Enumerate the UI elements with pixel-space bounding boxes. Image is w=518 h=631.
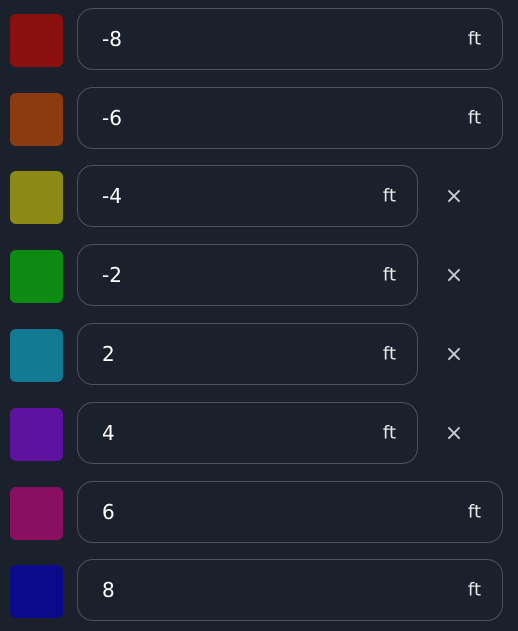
level-input-box[interactable]: ft: [77, 244, 418, 306]
unit-label: ft: [467, 28, 481, 50]
level-value-input[interactable]: [102, 27, 302, 51]
color-swatch[interactable]: [10, 329, 63, 382]
unit-label: ft: [467, 579, 481, 601]
unit-label: ft: [467, 501, 481, 523]
level-row: ft: [0, 559, 518, 623]
color-swatch[interactable]: [10, 487, 63, 540]
level-row: ft: [0, 87, 518, 151]
contour-level-list: ft ft ft × ft × ft ×: [0, 0, 518, 631]
remove-level-close-icon[interactable]: ×: [441, 421, 467, 447]
level-input-box[interactable]: ft: [77, 8, 503, 70]
level-row: ft: [0, 8, 518, 72]
color-swatch[interactable]: [10, 14, 63, 67]
color-swatch[interactable]: [10, 565, 63, 618]
level-input-box[interactable]: ft: [77, 87, 503, 149]
remove-level-close-icon[interactable]: ×: [441, 184, 467, 210]
level-value-input[interactable]: [102, 421, 302, 445]
level-row: ft ×: [0, 165, 518, 229]
level-input-box[interactable]: ft: [77, 323, 418, 385]
level-value-input[interactable]: [102, 500, 302, 524]
remove-level-close-icon[interactable]: ×: [441, 263, 467, 289]
unit-label: ft: [382, 343, 396, 365]
unit-label: ft: [467, 107, 481, 129]
level-input-box[interactable]: ft: [77, 481, 503, 543]
level-input-box[interactable]: ft: [77, 559, 503, 621]
level-value-input[interactable]: [102, 578, 302, 602]
level-row: ft ×: [0, 402, 518, 466]
level-row: ft ×: [0, 244, 518, 308]
level-row: ft: [0, 481, 518, 545]
level-value-input[interactable]: [102, 342, 302, 366]
color-swatch[interactable]: [10, 171, 63, 224]
level-value-input[interactable]: [102, 184, 302, 208]
color-swatch[interactable]: [10, 93, 63, 146]
unit-label: ft: [382, 185, 396, 207]
level-value-input[interactable]: [102, 106, 302, 130]
color-swatch[interactable]: [10, 250, 63, 303]
remove-level-close-icon[interactable]: ×: [441, 342, 467, 368]
unit-label: ft: [382, 422, 396, 444]
color-swatch[interactable]: [10, 408, 63, 461]
unit-label: ft: [382, 264, 396, 286]
level-input-box[interactable]: ft: [77, 402, 418, 464]
level-row: ft ×: [0, 323, 518, 387]
level-input-box[interactable]: ft: [77, 165, 418, 227]
level-value-input[interactable]: [102, 263, 302, 287]
